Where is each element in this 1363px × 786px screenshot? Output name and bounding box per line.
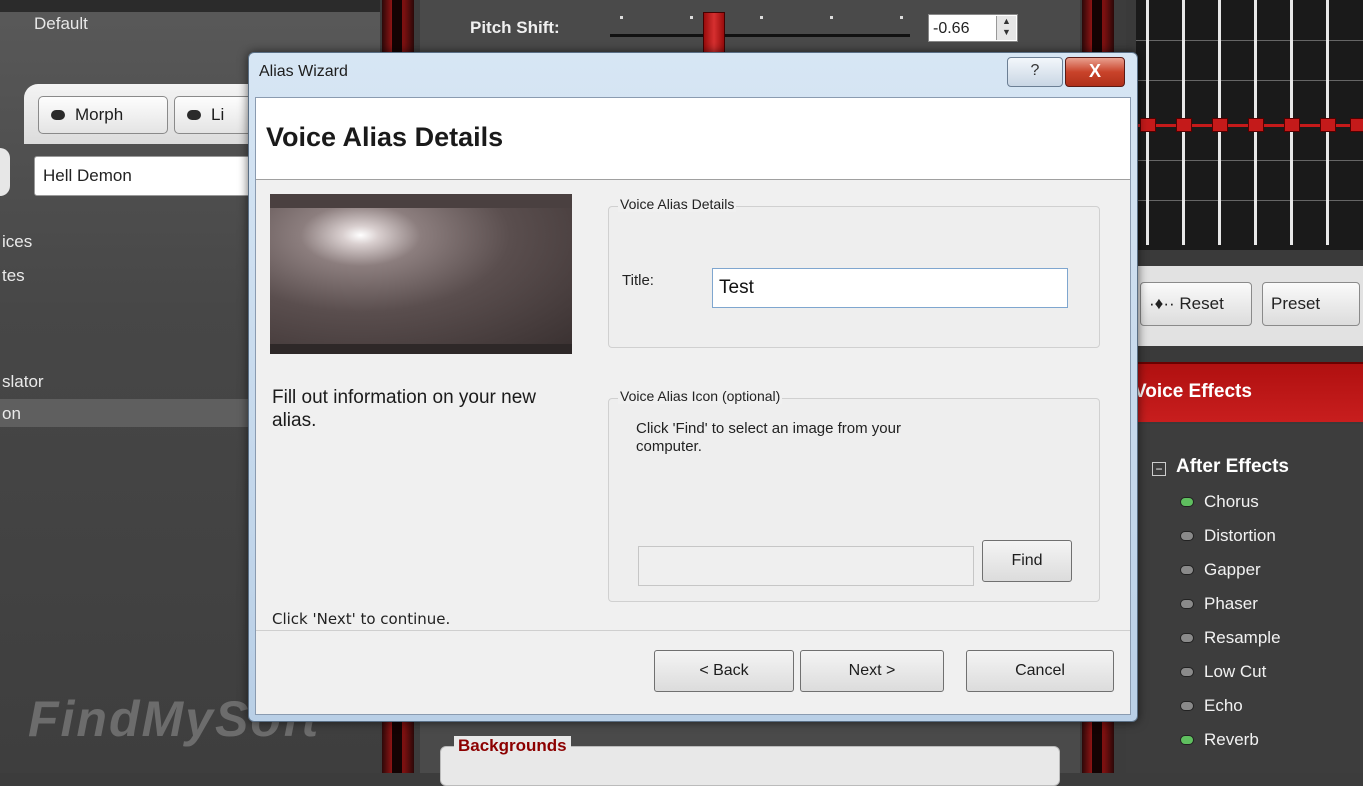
effect-low-cut[interactable]: Low Cut (1180, 662, 1266, 682)
title-label: Title: (622, 272, 654, 289)
effect-phaser[interactable]: Phaser (1180, 594, 1258, 614)
details-group-label: Voice Alias Details (618, 196, 737, 212)
slider-tick (900, 16, 903, 19)
li-led-icon (187, 110, 201, 120)
effect-distortion[interactable]: Distortion (1180, 526, 1276, 546)
left-top-strip (0, 0, 380, 12)
effect-led-icon (1180, 667, 1194, 677)
slider-tick (690, 16, 693, 19)
left-list-item[interactable]: tes (2, 266, 25, 286)
eq-knob[interactable] (1212, 118, 1228, 132)
voice-effects-title: Voice Effects (1134, 381, 1252, 402)
effect-led-icon (1180, 633, 1194, 643)
dialog-header: Voice Alias Details (256, 98, 1130, 180)
left-list-item[interactable]: slator (2, 372, 44, 392)
morph-led-icon (51, 110, 65, 120)
reset-icon: ·♦·· (1149, 294, 1175, 313)
cancel-button[interactable]: Cancel (966, 650, 1114, 692)
slider-tick (760, 16, 763, 19)
effect-led-icon (1180, 497, 1194, 507)
wizard-banner-image (270, 194, 572, 354)
footer-divider (256, 630, 1130, 631)
after-effects-label: After Effects (1176, 456, 1289, 477)
slider-tick (830, 16, 833, 19)
morph-label: Morph (75, 105, 124, 124)
reset-button[interactable]: ·♦·· Reset (1140, 282, 1252, 326)
morph-button[interactable]: Morph (38, 96, 168, 134)
close-button[interactable]: X (1065, 57, 1125, 87)
back-button[interactable]: < Back (654, 650, 794, 692)
slider-tick (620, 16, 623, 19)
reset-label: Reset (1179, 294, 1224, 313)
eq-knob[interactable] (1248, 118, 1264, 132)
effect-echo[interactable]: Echo (1180, 696, 1243, 716)
effect-led-icon (1180, 701, 1194, 711)
backgrounds-label: Backgrounds (454, 736, 571, 756)
effect-led-icon (1180, 531, 1194, 541)
voice-select[interactable]: Hell Demon (34, 156, 264, 196)
left-edge-control (0, 148, 10, 196)
effect-led-icon (1180, 565, 1194, 575)
instruction-text: Fill out information on your new alias. (272, 387, 537, 431)
pitch-spinner[interactable]: ▲ ▼ (996, 16, 1016, 40)
dialog-title: Alias Wizard (259, 63, 348, 80)
effect-chorus[interactable]: Chorus (1180, 492, 1259, 512)
eq-knob[interactable] (1320, 118, 1336, 132)
eq-knob[interactable] (1350, 118, 1363, 132)
eq-knob[interactable] (1140, 118, 1156, 132)
icon-hint-text: Click 'Find' to select an image from you… (636, 420, 901, 455)
left-list-item[interactable]: ices (2, 232, 32, 252)
page-title: Voice Alias Details (266, 122, 504, 152)
icon-path-input[interactable] (638, 546, 974, 586)
eq-knob[interactable] (1284, 118, 1300, 132)
preset-label: Default (34, 14, 88, 33)
effect-reverb[interactable]: Reverb (1180, 730, 1259, 750)
li-label: Li (211, 105, 225, 124)
find-button[interactable]: Find (982, 540, 1072, 582)
help-button[interactable]: ? (1007, 57, 1063, 87)
preset-button[interactable]: Preset (1262, 282, 1360, 326)
left-list-item[interactable]: on (2, 404, 21, 424)
continue-hint: Click 'Next' to continue. (272, 610, 451, 628)
pitch-shift-label: Pitch Shift: (470, 18, 560, 37)
dialog-body: Voice Alias Details Fill out information… (255, 97, 1131, 715)
effect-resample[interactable]: Resample (1180, 628, 1281, 648)
next-button[interactable]: Next > (800, 650, 944, 692)
alias-wizard-dialog: Alias Wizard ? X Voice Alias Details Fil… (248, 52, 1138, 722)
eq-knob[interactable] (1176, 118, 1192, 132)
effect-gapper[interactable]: Gapper (1180, 560, 1261, 580)
effect-led-icon (1180, 599, 1194, 609)
title-input[interactable]: Test (712, 268, 1068, 308)
icon-group-label: Voice Alias Icon (optional) (618, 388, 783, 404)
pitch-slider-track[interactable] (610, 34, 910, 37)
effect-led-icon (1180, 735, 1194, 745)
